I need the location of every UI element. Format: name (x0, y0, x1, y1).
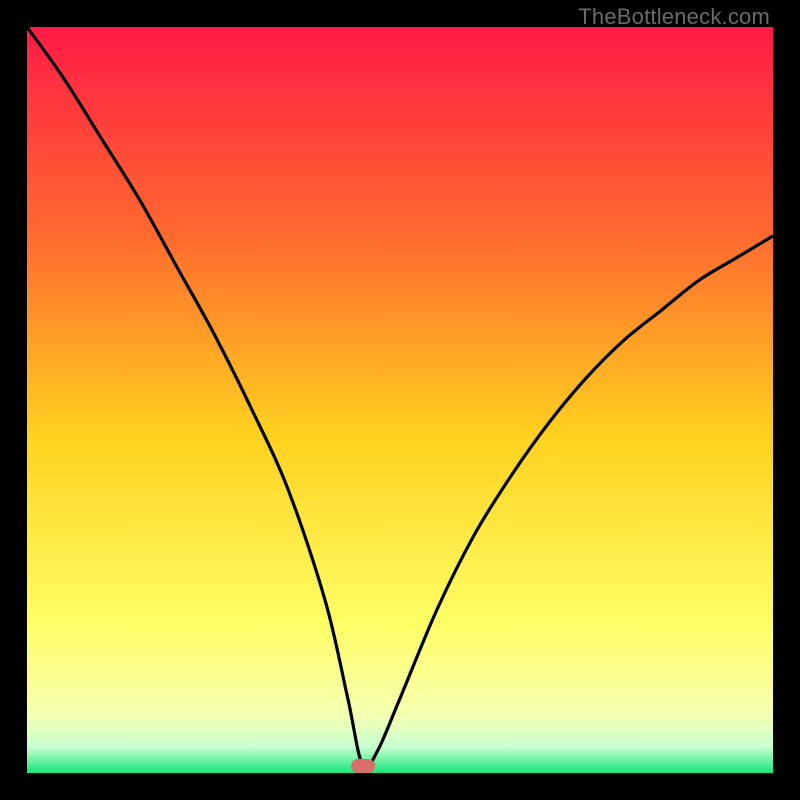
plot-area (27, 27, 773, 773)
optimum-marker (351, 759, 375, 773)
bottleneck-curve (27, 27, 773, 773)
bottleneck-curve-path (27, 27, 773, 768)
chart-frame: TheBottleneck.com (0, 0, 800, 800)
